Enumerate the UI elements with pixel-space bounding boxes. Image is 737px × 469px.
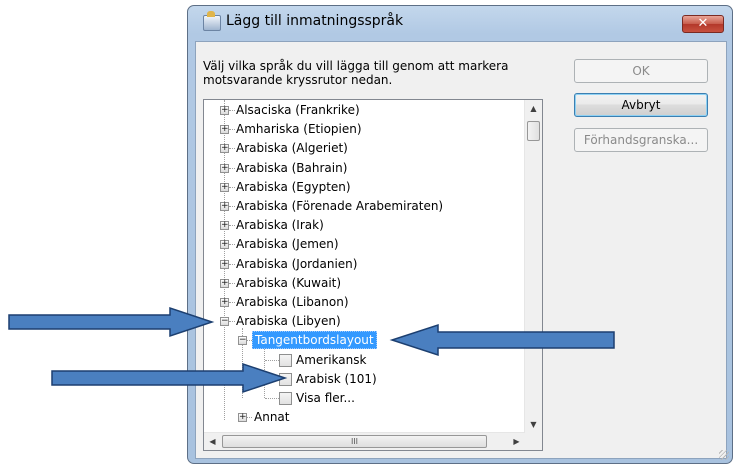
annotation-arrows — [8, 306, 615, 394]
annotation-arrow-left-icon — [389, 323, 615, 357]
annotation-arrow-right-icon — [8, 306, 215, 338]
annotation-arrow-right-icon — [51, 362, 288, 394]
